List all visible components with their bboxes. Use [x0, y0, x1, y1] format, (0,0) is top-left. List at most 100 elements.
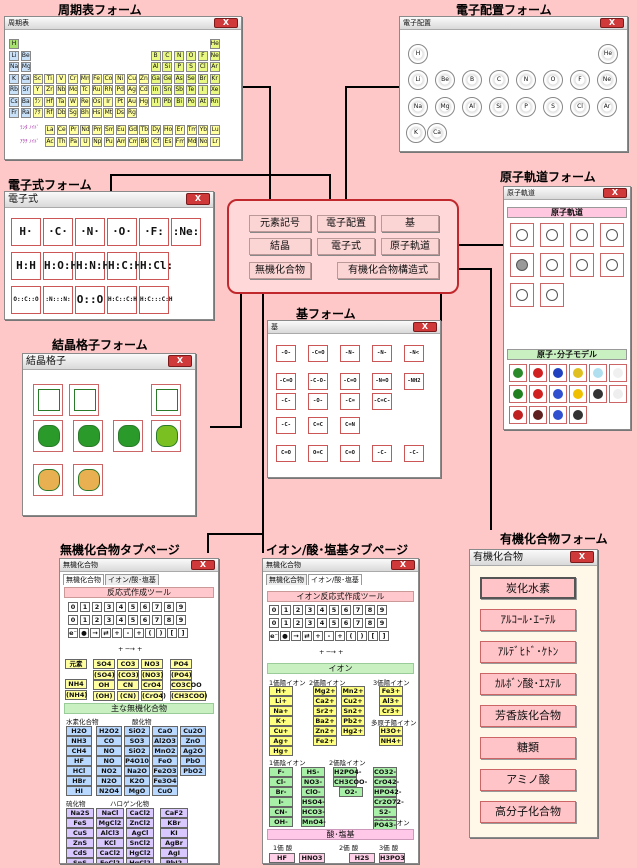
- ion-key[interactable]: Ca2+: [313, 696, 337, 706]
- element-cell[interactable]: Ds: [115, 108, 126, 118]
- operator-key[interactable]: ]: [178, 628, 188, 638]
- operator-key[interactable]: +: [335, 631, 345, 641]
- tab-ion[interactable]: イオン/酸･塩基: [308, 574, 362, 585]
- group-button[interactable]: 基: [381, 215, 439, 232]
- model-cell[interactable]: [509, 406, 527, 424]
- element-cell[interactable]: Nb: [56, 85, 67, 95]
- ion-block-key[interactable]: SO4: [93, 659, 115, 669]
- element-cell[interactable]: I: [197, 85, 208, 95]
- subscript-key[interactable]: 4: [317, 618, 327, 628]
- compound-key[interactable]: CdS: [66, 848, 94, 858]
- title-bar[interactable]: 有機化合物 X: [470, 550, 597, 566]
- element-cell[interactable]: N: [174, 50, 185, 61]
- organic-category-button[interactable]: ｶﾙﾎﾞﾝ酸･ｴｽﾃﾙ: [480, 673, 576, 695]
- crystal-cell[interactable]: [33, 464, 63, 496]
- operator-key[interactable]: ]: [379, 631, 389, 641]
- subscript-key[interactable]: 6: [140, 615, 150, 625]
- compound-key[interactable]: CaCl2: [96, 848, 124, 858]
- digit-key[interactable]: 0: [269, 605, 279, 615]
- element-cell[interactable]: Pu: [104, 137, 114, 147]
- element-cell[interactable]: Si: [162, 62, 173, 72]
- dot-formula-cell[interactable]: :N:::N:: [43, 286, 73, 314]
- element-cell[interactable]: Na: [9, 62, 19, 72]
- element-cell[interactable]: He: [209, 39, 220, 49]
- element-cell[interactable]: Tl: [150, 96, 161, 107]
- compound-key[interactable]: AgCl: [126, 828, 154, 838]
- digit-key[interactable]: 9: [176, 602, 186, 612]
- digit-key[interactable]: 6: [140, 602, 150, 612]
- dot-formula-cell[interactable]: ·F:: [139, 218, 169, 246]
- subscript-key[interactable]: 1: [80, 615, 90, 625]
- element-cell[interactable]: Al: [150, 62, 161, 72]
- element-cell[interactable]: Lr: [210, 137, 221, 147]
- compound-key[interactable]: Al2O3: [152, 736, 178, 746]
- ion-key[interactable]: Ag+: [269, 736, 293, 746]
- compound-key[interactable]: H2O2: [96, 726, 122, 736]
- model-cell[interactable]: [509, 364, 527, 382]
- compound-key[interactable]: HgCl2: [126, 848, 154, 858]
- close-button[interactable]: X: [214, 18, 238, 28]
- atom-diagram[interactable]: F: [570, 70, 590, 90]
- element-cell[interactable]: Mn: [79, 73, 90, 84]
- element-cell[interactable]: Hg: [138, 96, 149, 107]
- element-cell[interactable]: Li: [9, 50, 19, 61]
- group-cell[interactable]: O=C: [308, 445, 328, 462]
- ion-block-key[interactable]: (OH): [93, 691, 115, 701]
- subscript-key[interactable]: 2: [92, 615, 102, 625]
- ion-block-key[interactable]: (PO4): [170, 670, 192, 680]
- dot-formula-cell[interactable]: O::O: [75, 286, 105, 314]
- ion-key[interactable]: CN-: [269, 807, 293, 817]
- element-cell[interactable]: ﾗﾝﾀﾉｲﾄﾞ: [32, 96, 43, 107]
- ion-block-key[interactable]: (NH4): [65, 690, 87, 700]
- element-cell[interactable]: Cs: [9, 96, 19, 107]
- ion-key[interactable]: Mg2+: [313, 686, 337, 696]
- compound-key[interactable]: PbO2: [180, 766, 206, 776]
- group-cell[interactable]: -C=: [340, 393, 360, 410]
- close-button[interactable]: X: [413, 322, 437, 332]
- orbital-cell[interactable]: [510, 283, 534, 307]
- digit-key[interactable]: 2: [92, 602, 102, 612]
- inorganic-button[interactable]: 無機化合物: [249, 262, 311, 279]
- compound-key[interactable]: K2O: [124, 776, 150, 786]
- model-cell[interactable]: [549, 364, 567, 382]
- orbital-cell[interactable]: [600, 223, 624, 247]
- operator-key[interactable]: -: [324, 631, 334, 641]
- model-cell[interactable]: [589, 385, 607, 403]
- element-cell[interactable]: Po: [186, 96, 196, 107]
- element-symbol-button[interactable]: 元素記号: [249, 215, 311, 232]
- element-cell[interactable]: Lu: [210, 125, 221, 135]
- ion-key[interactable]: Cl-: [269, 777, 293, 787]
- subscript-key[interactable]: 7: [152, 615, 162, 625]
- ion-key[interactable]: CH3COO-: [333, 777, 367, 787]
- element-cell[interactable]: Cl: [197, 62, 208, 72]
- compound-key[interactable]: MnO2: [152, 746, 178, 756]
- ion-key[interactable]: Fe2+: [313, 736, 337, 746]
- ion-key[interactable]: O2-: [339, 787, 363, 797]
- compound-key[interactable]: AlCl3: [96, 828, 124, 838]
- element-cell[interactable]: Yb: [198, 125, 209, 135]
- ion-key[interactable]: CO32-: [373, 767, 397, 777]
- model-cell[interactable]: [549, 385, 567, 403]
- ion-key[interactable]: Br-: [269, 787, 293, 797]
- group-cell[interactable]: -O-: [276, 345, 296, 362]
- title-bar[interactable]: 電子式 X: [5, 192, 213, 208]
- operator-key[interactable]: e⁻: [68, 628, 78, 638]
- crystal-button[interactable]: 結晶: [249, 238, 311, 255]
- tab-inorganic[interactable]: 無機化合物: [63, 574, 104, 585]
- group-cell[interactable]: -N-: [372, 345, 392, 362]
- digit-key[interactable]: 8: [164, 602, 174, 612]
- organic-category-button[interactable]: ｱﾙｺｰﾙ･ｴｰﾃﾙ: [480, 609, 576, 631]
- operator-key[interactable]: ⇄: [302, 631, 312, 641]
- ion-key[interactable]: HCO3-: [301, 807, 325, 817]
- group-cell[interactable]: -O-: [308, 393, 328, 410]
- group-cell[interactable]: -C-: [276, 393, 296, 410]
- ion-key[interactable]: Cu2+: [341, 696, 365, 706]
- compound-key[interactable]: HF: [66, 756, 92, 766]
- close-button[interactable]: X: [186, 193, 210, 205]
- compound-key[interactable]: Fe3O4: [152, 776, 178, 786]
- compound-key[interactable]: N2O: [96, 776, 122, 786]
- subscript-key[interactable]: 3: [305, 618, 315, 628]
- compound-key[interactable]: HI: [66, 786, 92, 796]
- dot-formula-button[interactable]: 電子式: [317, 238, 375, 255]
- dot-formula-cell[interactable]: H:Cl:: [139, 252, 173, 280]
